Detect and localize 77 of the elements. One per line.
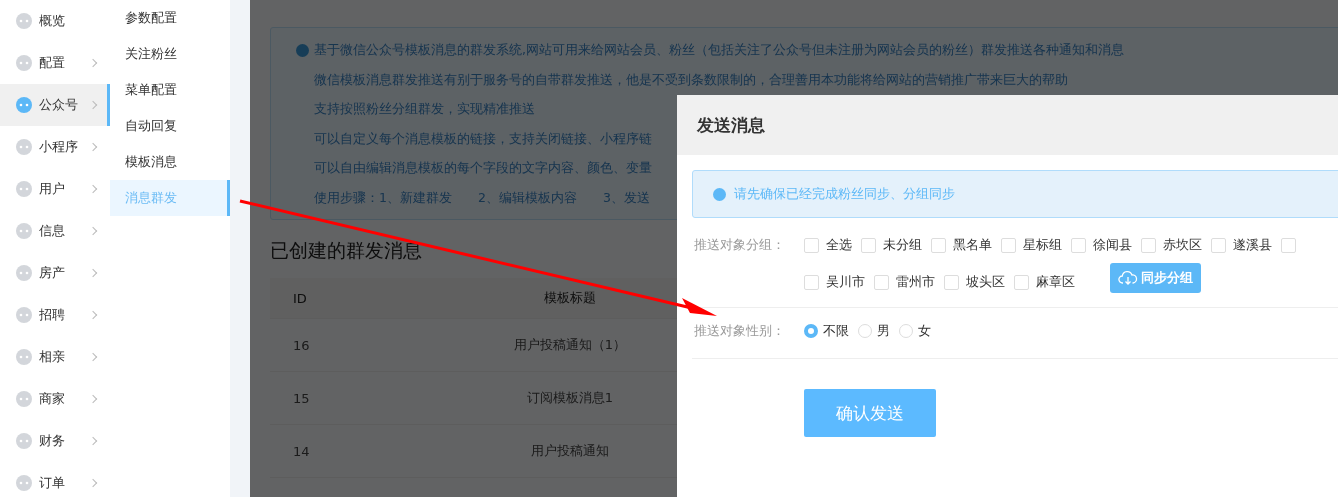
- radio-button[interactable]: [804, 324, 818, 338]
- notice-text: 可以自由编辑消息模板的每个字段的文字内容、颜色、变量: [314, 160, 652, 178]
- sidebar-item[interactable]: 相亲: [0, 336, 110, 378]
- sidebar-item[interactable]: 信息: [0, 210, 110, 252]
- radio-label[interactable]: 男: [877, 322, 890, 340]
- checkbox-label[interactable]: 徐闻县: [1093, 236, 1132, 254]
- column-header: 模板标题: [543, 289, 597, 307]
- sidebar-item[interactable]: 房产: [0, 252, 110, 294]
- cloud-download-icon: [1118, 270, 1138, 286]
- notice-text: 可以自定义每个消息模板的链接，支持关闭链接、小程序链: [314, 130, 652, 148]
- sidebar-item[interactable]: 招聘: [0, 294, 110, 336]
- checkbox-label[interactable]: 坡头区: [966, 273, 1005, 291]
- radio-label[interactable]: 不限: [823, 322, 849, 340]
- notice-text: 基于微信公众号模板消息的群发系统,网站可用来给网站会员、粉丝（包括关注了公众号但未注册为网站会员的粉丝）群发推送各种通知和消息: [314, 42, 1124, 60]
- checkbox[interactable]: [931, 237, 946, 253]
- checkbox[interactable]: [1071, 237, 1086, 253]
- sidebar-item[interactable]: 用户: [0, 168, 110, 210]
- table-cell-text: 用户投稿通知: [530, 442, 610, 460]
- notice-text: 支持按照粉丝分组群发，实现精准推送: [314, 101, 535, 119]
- checkbox[interactable]: [1281, 237, 1296, 253]
- circle-icon: [16, 13, 32, 29]
- circle-icon: [16, 391, 32, 407]
- radio-label[interactable]: 女: [918, 322, 931, 340]
- table-cell-text: 14: [292, 443, 311, 459]
- submenu-item[interactable]: 自动回复: [110, 108, 230, 144]
- circle-icon: [16, 349, 32, 365]
- sidebar-item[interactable]: 配置: [0, 42, 110, 84]
- info-icon: [713, 187, 726, 201]
- circle-icon: [16, 181, 32, 197]
- submenu-item[interactable]: 菜单配置: [110, 72, 230, 108]
- submenu-item[interactable]: 关注粉丝: [110, 36, 230, 72]
- circle-icon: [16, 139, 32, 155]
- sidebar-item[interactable]: 订单: [0, 462, 110, 497]
- sidebar-item[interactable]: 财务: [0, 420, 110, 462]
- dialog-title: 发送消息: [697, 113, 765, 137]
- form-label: 推送对象分组：: [693, 236, 786, 254]
- checkbox[interactable]: [1001, 237, 1016, 253]
- alert-text: 请先确保已经完成粉丝同步、分组同步: [734, 185, 955, 203]
- checkbox[interactable]: [804, 274, 819, 290]
- checkbox-label[interactable]: 吴川市: [826, 273, 865, 291]
- checkbox[interactable]: [804, 237, 819, 253]
- table-cell-text: 用户投稿通知（1）: [512, 336, 628, 354]
- checkbox[interactable]: [1014, 274, 1029, 290]
- sidebar-item[interactable]: 小程序: [0, 126, 110, 168]
- table-cell-text: 16: [292, 337, 311, 353]
- notice-text: 微信模板消息群发推送有别于服务号的自带群发推送，他是不受到条数限制的，合理善用本功能将给网站的营销推广带来巨大的帮助: [314, 71, 1068, 89]
- sidebar-item[interactable]: 公众号: [0, 84, 110, 126]
- checkbox-label[interactable]: 未分组: [883, 236, 922, 254]
- circle-icon: [16, 433, 32, 449]
- table-cell-text: 订阅模板消息1: [525, 389, 615, 407]
- circle-icon: [16, 223, 32, 239]
- circle-icon: [16, 55, 32, 71]
- circle-icon: [16, 97, 32, 113]
- sidebar-item[interactable]: 商家: [0, 378, 110, 420]
- circle-icon: [16, 475, 32, 491]
- info-icon: [296, 44, 309, 58]
- checkbox-label[interactable]: 星标组: [1023, 236, 1062, 254]
- checkbox[interactable]: [1141, 237, 1156, 253]
- checkbox[interactable]: [874, 274, 889, 290]
- checkbox-label[interactable]: 全选: [826, 236, 852, 254]
- checkbox-label[interactable]: 赤坎区: [1163, 236, 1202, 254]
- checkbox[interactable]: [861, 237, 876, 253]
- form-label: 推送对象性别：: [693, 322, 786, 340]
- notice-text: 使用步骤：1、新建群发 2、编辑模板内容 3、发送: [314, 189, 650, 207]
- checkbox-label[interactable]: 遂溪县: [1233, 236, 1272, 254]
- circle-icon: [16, 307, 32, 323]
- checkbox-label[interactable]: 黑名单: [953, 236, 992, 254]
- table-cell-text: 15: [292, 390, 311, 406]
- checkbox[interactable]: [1211, 237, 1226, 253]
- checkbox[interactable]: [944, 274, 959, 290]
- checkbox-label[interactable]: 雷州市: [896, 273, 935, 291]
- circle-icon: [16, 265, 32, 281]
- sidebar-item[interactable]: 概览: [0, 0, 110, 42]
- submenu-item[interactable]: 参数配置: [110, 0, 230, 36]
- checkbox-label[interactable]: 麻章区: [1036, 273, 1075, 291]
- submenu-item[interactable]: 模板消息: [110, 144, 230, 180]
- column-header: ID: [292, 290, 308, 306]
